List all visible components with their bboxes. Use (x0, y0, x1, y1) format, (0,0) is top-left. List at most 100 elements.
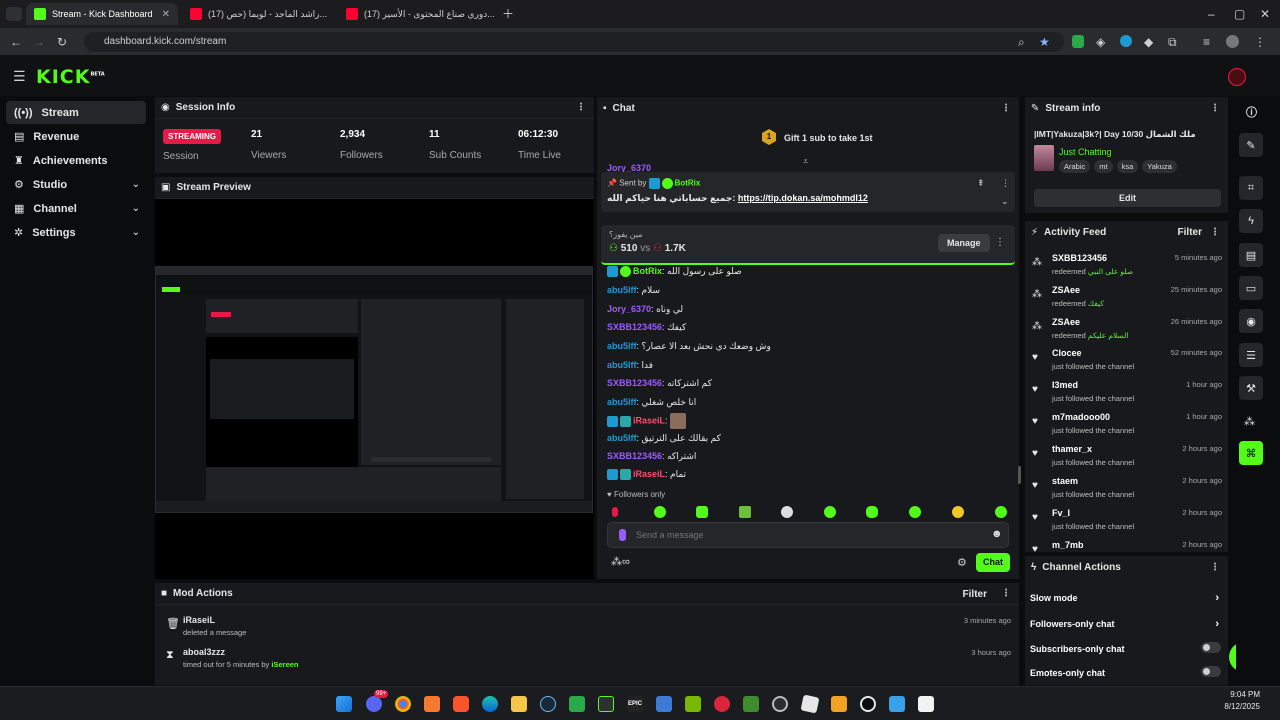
mod-action-user[interactable]: aboal3zzz (183, 647, 225, 657)
app-icon[interactable] (656, 696, 672, 712)
obs-icon[interactable] (772, 696, 788, 712)
zoom-icon[interactable]: ⌕ (1018, 36, 1025, 48)
notes-tool-icon[interactable]: ▤ (1239, 243, 1263, 267)
windows-start-icon[interactable] (336, 696, 352, 712)
kick-app-icon[interactable]: ⌘ (1239, 441, 1263, 465)
infinity-points[interactable]: ∞ (622, 556, 630, 568)
app-icon[interactable] (860, 696, 876, 712)
browser-tab-youtube-1[interactable]: (17) راشد الماجد - لويما (حص... ✕ (182, 3, 334, 25)
url-field[interactable]: dashboard.kick.com/stream (84, 32, 1064, 52)
pinned-user[interactable]: BotRix (675, 179, 701, 188)
emoji-picker-icon[interactable]: ☻ (991, 528, 1003, 540)
chat-username[interactable]: iRaseiL (633, 469, 665, 479)
emote-icon[interactable] (612, 507, 618, 517)
window-close-icon[interactable]: ✕ (1260, 8, 1270, 20)
activity-user[interactable]: thamer_x (1052, 444, 1092, 454)
more-options-icon[interactable]: ⋮ (1001, 103, 1011, 114)
chat-username[interactable]: SXBB123456 (607, 322, 662, 332)
app-icon[interactable] (831, 696, 847, 712)
chat-scrollbar[interactable] (1018, 466, 1021, 484)
app-icon[interactable] (569, 696, 585, 712)
info-circle-icon[interactable]: ⓘ (1246, 104, 1257, 120)
subscribers-only-toggle[interactable] (1201, 642, 1221, 653)
chat-settings-icon[interactable]: ⚙ (957, 556, 967, 569)
browser-tab-youtube-2[interactable]: (17) دوري صناع المحتوى - الأسير... ✕ (338, 3, 496, 25)
broadcast-tool-icon[interactable]: ◉ (1239, 309, 1263, 333)
chat-username[interactable]: abu5lff (607, 341, 637, 351)
chrome-icon[interactable] (395, 696, 411, 712)
tab-close-icon[interactable]: ✕ (162, 9, 170, 20)
manage-poll-button[interactable]: Manage (938, 234, 990, 252)
slow-mode-row[interactable]: Slow mode › (1030, 592, 1225, 604)
minimize-icon[interactable]: – (1208, 8, 1215, 20)
stream-category[interactable]: Just Chatting (1059, 147, 1112, 157)
chat-tool-icon[interactable]: ▭ (1239, 276, 1263, 300)
hamburger-menu-icon[interactable]: ☰ (13, 69, 26, 83)
browser-menu-icon[interactable]: ⋮ (1254, 36, 1266, 48)
chat-username[interactable]: abu5lff (607, 285, 637, 295)
emote-icon[interactable] (824, 506, 836, 518)
chat-username[interactable]: abu5lff (607, 360, 637, 370)
activity-filter-button[interactable]: Filter (1178, 227, 1202, 238)
sidebar-item-achievements[interactable]: ♜ Achievements (6, 149, 146, 172)
activity-user[interactable]: staem (1052, 476, 1078, 486)
more-options-icon[interactable]: ⋮ (1210, 562, 1220, 573)
wrench-tool-icon[interactable]: ⚒ (1239, 376, 1263, 400)
app-icon[interactable] (800, 694, 820, 714)
epic-games-icon[interactable]: EPIC (627, 696, 643, 712)
emote-icon[interactable] (909, 506, 921, 518)
app-icon[interactable] (424, 696, 440, 712)
chat-username[interactable]: SXBB123456 (607, 451, 662, 461)
more-options-icon[interactable]: ⋮ (1210, 103, 1220, 114)
forward-icon[interactable]: → (33, 36, 45, 48)
tab-search-icon[interactable] (6, 7, 22, 21)
bolt-tool-icon[interactable]: ϟ (1239, 209, 1263, 233)
app-icon[interactable] (889, 696, 905, 712)
sidebar-item-settings[interactable]: ✲ Settings ⌄ (6, 221, 146, 244)
emote-icon[interactable] (866, 506, 878, 518)
emote-icon[interactable] (654, 506, 666, 518)
activity-user[interactable]: I3med (1052, 380, 1078, 390)
activity-user[interactable]: m_7mb (1052, 540, 1084, 550)
pinned-link[interactable]: https://tip.dokan.sa/mohmdl12 (738, 193, 868, 203)
emote-icon[interactable] (781, 506, 793, 518)
microphone-icon[interactable] (619, 529, 626, 541)
edit-tool-icon[interactable]: ✎ (1239, 133, 1263, 157)
tab-close-icon[interactable]: ✕ (333, 9, 334, 20)
edge-icon[interactable] (482, 696, 498, 712)
app-icon[interactable] (598, 696, 614, 712)
app-icon[interactable] (714, 696, 730, 712)
emote-icon[interactable] (739, 506, 751, 518)
bookmark-star-icon[interactable]: ★ (1039, 36, 1050, 48)
sidebar-item-channel[interactable]: ▦ Channel ⌄ (6, 197, 146, 220)
stream-tag[interactable]: mt (1094, 160, 1113, 173)
chat-username[interactable]: BotRix (633, 266, 662, 276)
extensions-puzzle-icon[interactable]: ⧉ (1168, 36, 1177, 48)
sidebar-item-studio[interactable]: ⚙ Studio ⌄ (6, 173, 146, 196)
discord-icon[interactable] (366, 696, 382, 712)
extension-globe-icon[interactable] (1120, 35, 1132, 47)
emote-icon[interactable] (696, 506, 708, 518)
extension-icon[interactable]: ◈ (1096, 36, 1105, 48)
mod-action-user[interactable]: iRaseiL (183, 615, 215, 625)
activity-user[interactable]: m7madooo00 (1052, 412, 1110, 422)
stream-tag[interactable]: Yakuza (1142, 160, 1177, 173)
nvidia-icon[interactable] (685, 696, 701, 712)
notepad-icon[interactable] (918, 696, 934, 712)
extension-shield-icon[interactable] (1072, 35, 1084, 48)
minecraft-icon[interactable] (743, 696, 759, 712)
emotes-only-toggle[interactable] (1201, 666, 1221, 677)
new-tab-icon[interactable]: ＋ (502, 8, 514, 20)
activity-user[interactable]: Fv_I (1052, 508, 1070, 518)
media-control-icon[interactable]: ≡ (1203, 36, 1210, 48)
layout-tool-icon[interactable]: ☰ (1239, 343, 1263, 367)
stream-preview-video[interactable] (155, 266, 593, 513)
badges-icon[interactable]: ⁂ (611, 556, 622, 568)
gift-expand-icon[interactable]: ⩡ (803, 156, 808, 167)
steam-icon[interactable] (540, 696, 556, 712)
capture-tool-icon[interactable]: ⌗ (1239, 176, 1263, 200)
sidebar-item-revenue[interactable]: ▤ Revenue (6, 125, 146, 148)
chat-username[interactable]: abu5lff (607, 433, 637, 443)
poll-more-icon[interactable]: ⋮ (995, 237, 1005, 248)
chat-message-input[interactable] (636, 527, 976, 543)
